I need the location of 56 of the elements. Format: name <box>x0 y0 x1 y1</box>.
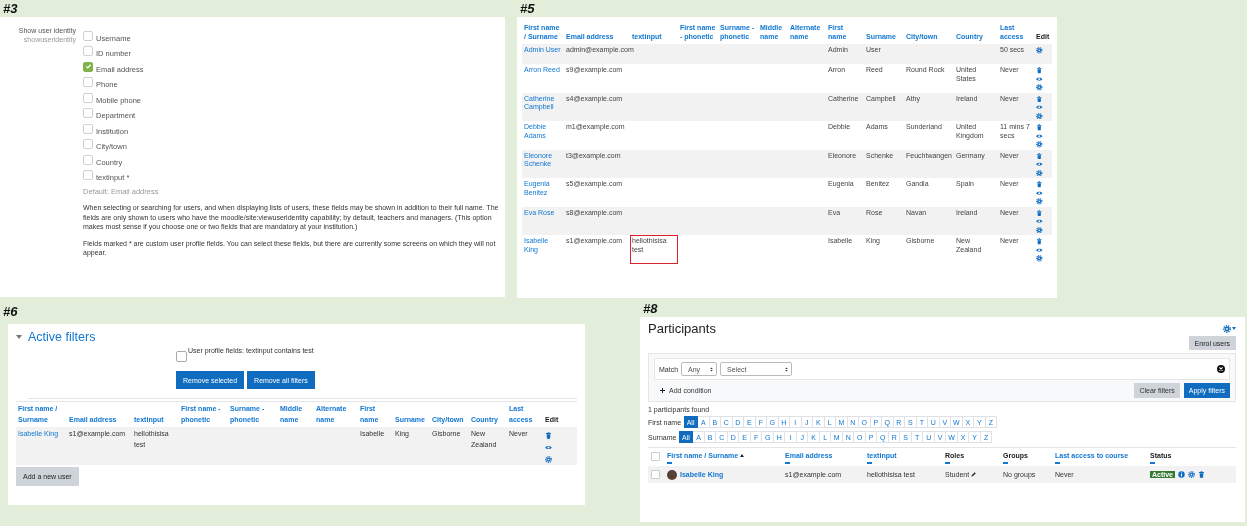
page-title: Participants <box>648 321 716 336</box>
eye-icon[interactable] <box>1036 161 1043 168</box>
checkbox[interactable] <box>176 351 187 362</box>
checkbox[interactable] <box>83 170 93 180</box>
trash-icon[interactable] <box>1036 238 1043 245</box>
gear-icon[interactable] <box>1036 47 1043 54</box>
triangle-icon[interactable] <box>16 335 22 339</box>
gear-icon[interactable] <box>1036 84 1043 91</box>
checkbox[interactable] <box>83 77 93 87</box>
gear-icon[interactable] <box>1188 471 1195 478</box>
trash-icon[interactable] <box>1036 209 1043 217</box>
select-caret-icon <box>710 366 714 372</box>
checkbox[interactable] <box>83 30 93 41</box>
eye-icon[interactable] <box>1036 132 1043 140</box>
checkbox[interactable] <box>83 92 93 103</box>
trash-icon[interactable] <box>1036 181 1043 188</box>
eye-icon[interactable] <box>1036 75 1043 83</box>
panel-label: #3 <box>2 0 19 17</box>
plus-icon[interactable] <box>660 388 665 393</box>
gear-icon[interactable] <box>1036 198 1043 205</box>
checkbox[interactable] <box>83 61 93 72</box>
panel-label: #6 <box>2 303 19 320</box>
checkbox[interactable] <box>651 452 660 461</box>
trash-icon[interactable] <box>545 432 552 439</box>
panel-label: #8 <box>642 300 659 317</box>
trash-icon[interactable] <box>1036 152 1043 160</box>
gear-icon[interactable] <box>1036 141 1043 148</box>
gear-icon[interactable] <box>545 456 552 463</box>
gear-icon[interactable] <box>1036 255 1043 262</box>
gear-icon[interactable] <box>1036 112 1043 120</box>
trash-icon[interactable] <box>1036 95 1043 103</box>
checkbox[interactable] <box>651 470 660 479</box>
panel-label: #5 <box>519 0 536 17</box>
eye-icon[interactable] <box>1036 104 1043 111</box>
checkbox[interactable] <box>83 108 93 118</box>
info-icon[interactable] <box>1178 471 1185 478</box>
gear-icon[interactable] <box>1223 324 1231 333</box>
trash-icon[interactable] <box>1036 124 1043 131</box>
pencil-icon[interactable] <box>971 472 977 477</box>
gear-icon[interactable] <box>1036 226 1043 234</box>
checkbox[interactable] <box>83 123 93 134</box>
close-icon[interactable] <box>1217 365 1225 373</box>
section-title: Active filters <box>28 330 96 344</box>
eye-icon[interactable] <box>545 444 552 451</box>
eye-icon[interactable] <box>1036 189 1043 197</box>
checkbox[interactable] <box>83 46 93 56</box>
checkbox[interactable] <box>83 154 93 165</box>
checkbox[interactable] <box>83 139 93 149</box>
eye-icon[interactable] <box>1036 218 1043 225</box>
eye-icon[interactable] <box>1036 246 1043 254</box>
trash-icon[interactable] <box>1036 67 1043 74</box>
caret-icon[interactable] <box>1232 327 1236 330</box>
select-caret-icon <box>785 366 789 372</box>
gear-icon[interactable] <box>1036 169 1043 177</box>
avatar <box>667 469 677 480</box>
trash-icon[interactable] <box>1198 471 1205 478</box>
